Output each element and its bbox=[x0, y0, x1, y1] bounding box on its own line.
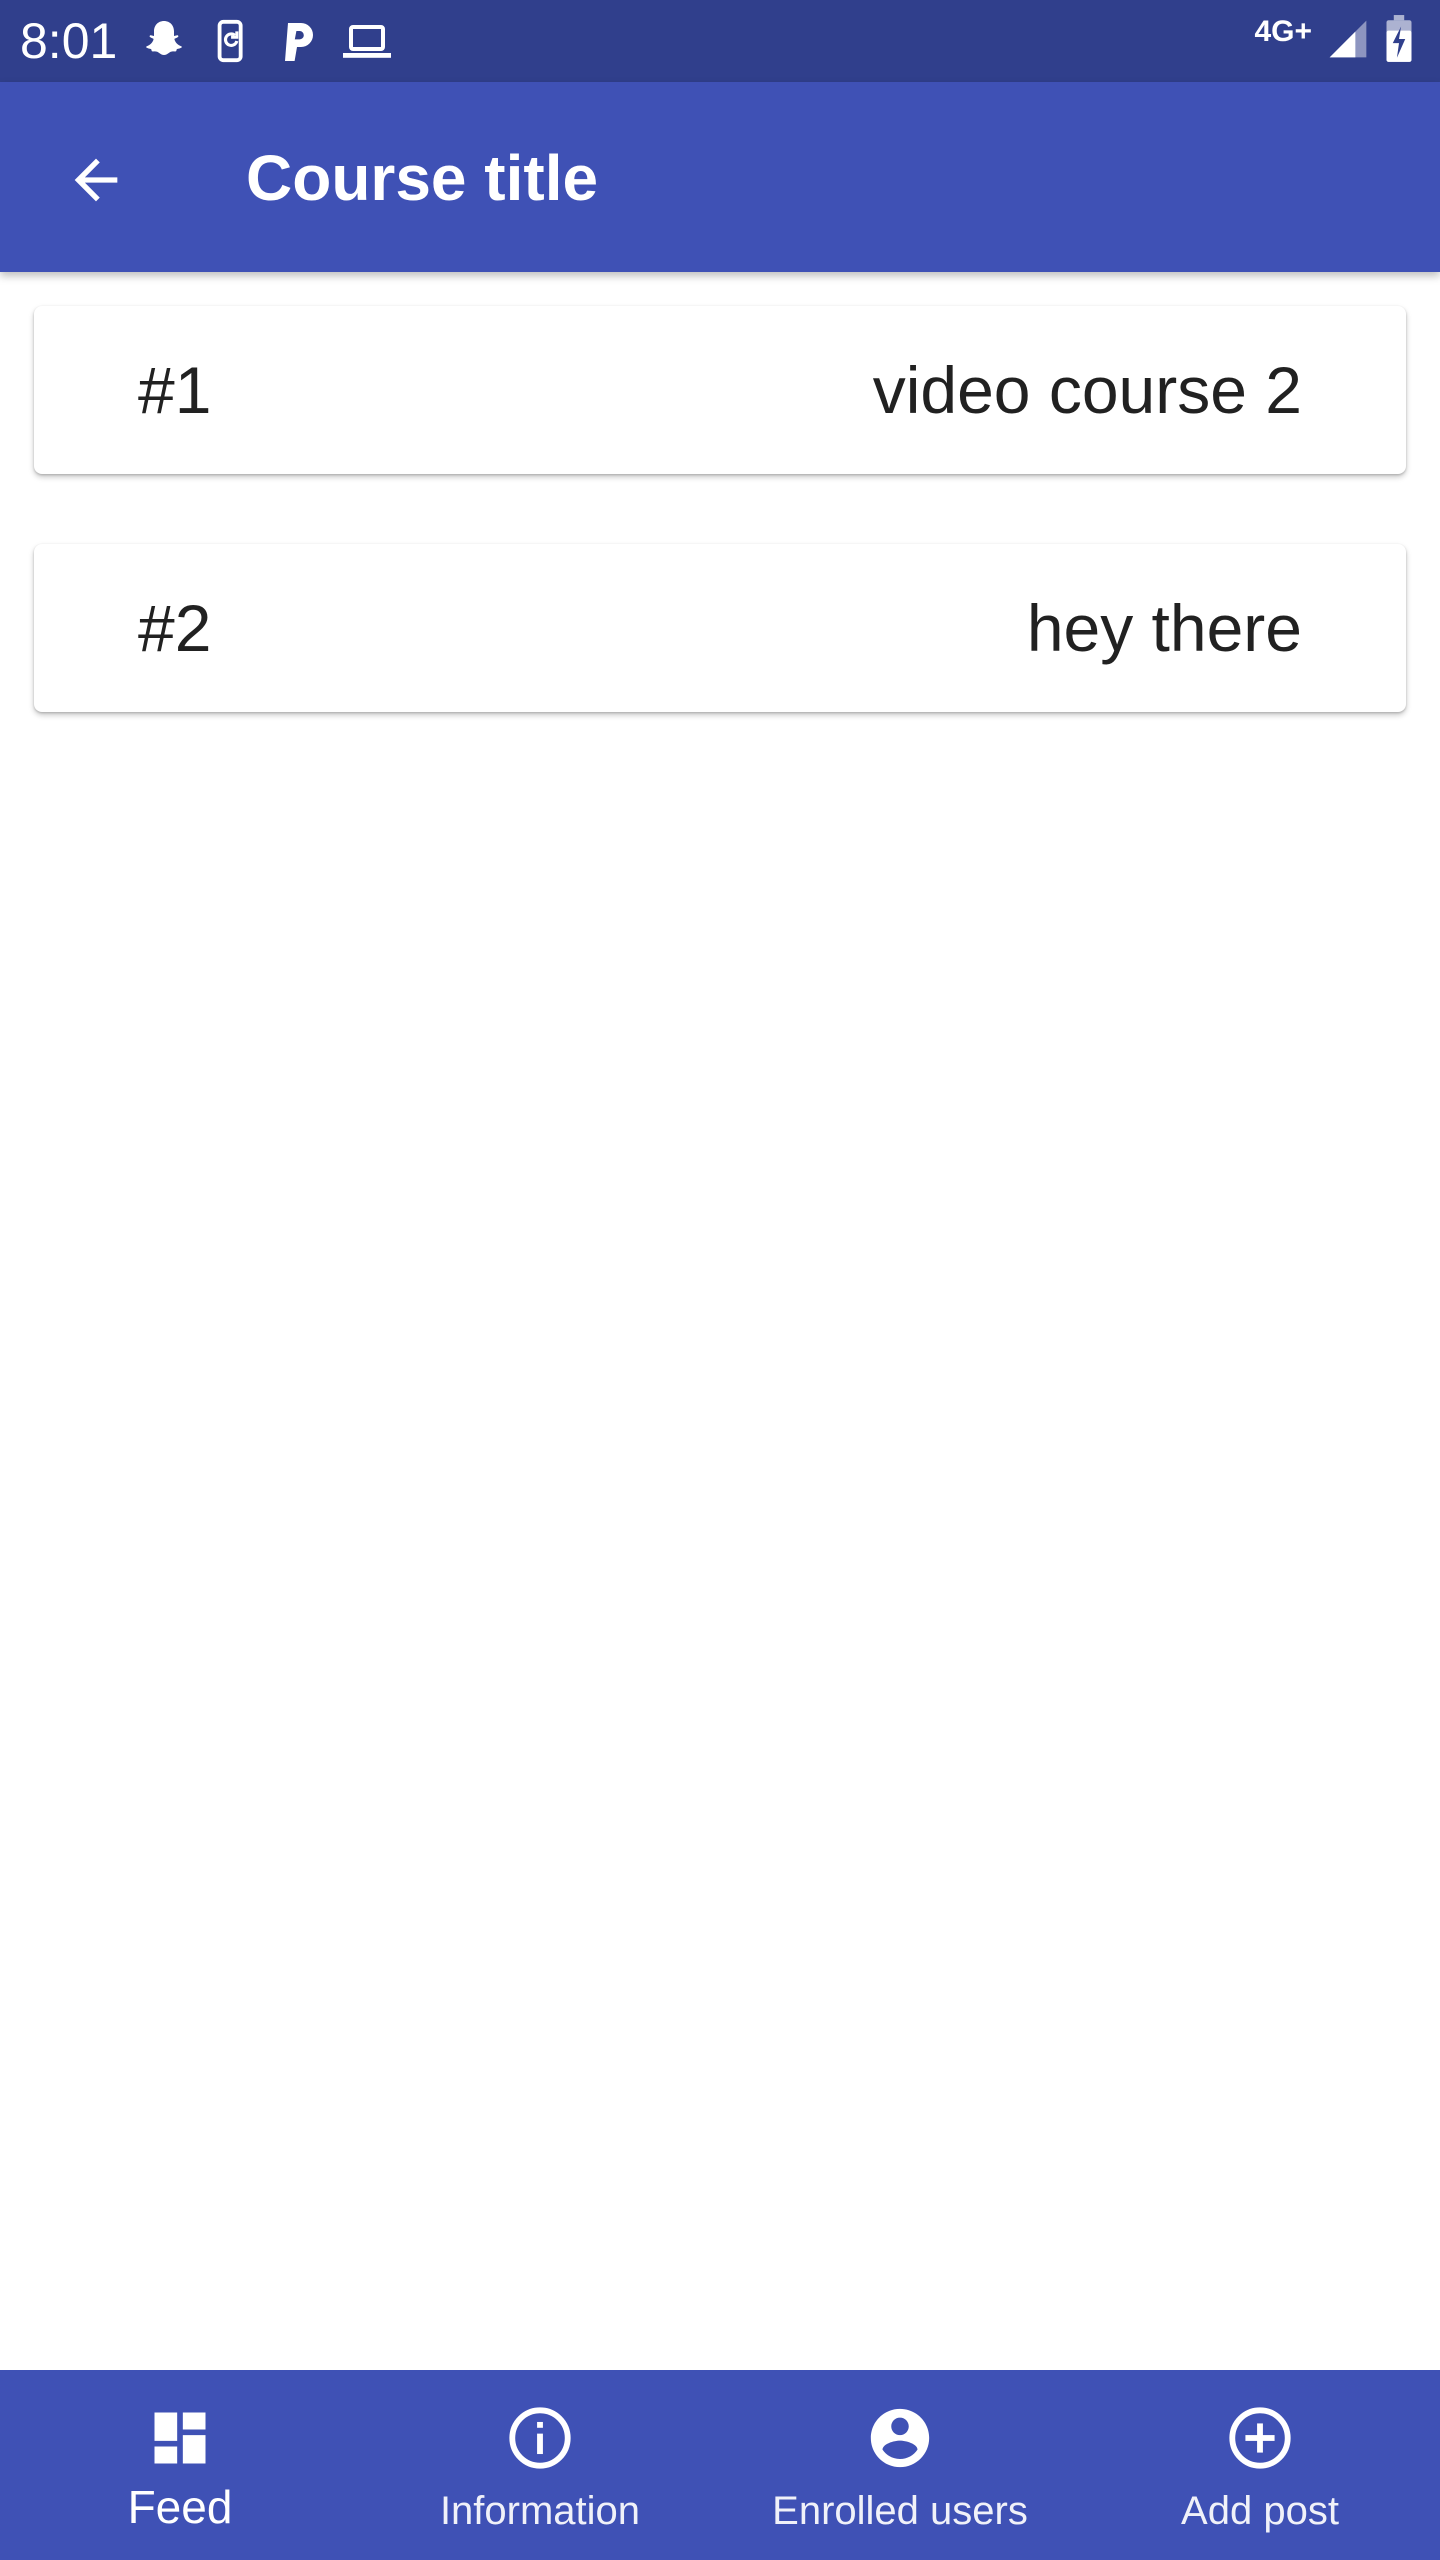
dashboard-icon bbox=[146, 2402, 214, 2474]
nav-label-feed: Feed bbox=[127, 2481, 233, 2533]
app-bar: Course title bbox=[0, 82, 1440, 272]
post-card[interactable]: #1 video course 2 bbox=[34, 306, 1406, 474]
nav-item-add-post[interactable]: Add post bbox=[1080, 2370, 1440, 2560]
post-card[interactable]: #2 hey there bbox=[34, 544, 1406, 712]
status-bar: 8:01 4G+ bbox=[0, 0, 1440, 82]
nav-label-information: Information bbox=[439, 2489, 641, 2533]
account-circle-icon bbox=[865, 2402, 935, 2474]
signal-icon bbox=[1326, 17, 1370, 66]
back-button[interactable] bbox=[48, 132, 144, 228]
status-time: 8:01 bbox=[20, 13, 118, 69]
status-system-icons: 4G+ bbox=[1254, 14, 1414, 68]
status-notification-icons bbox=[140, 14, 394, 68]
post-number: #2 bbox=[138, 591, 212, 665]
page-title: Course title bbox=[246, 142, 599, 214]
arrow-back-icon bbox=[74, 158, 118, 202]
info-icon bbox=[505, 2402, 575, 2474]
bottom-navigation: Feed Information Enrolled users Add post bbox=[0, 2370, 1440, 2560]
nav-label-add-post: Add post bbox=[1181, 2489, 1339, 2533]
battery-charging-icon bbox=[1384, 14, 1414, 69]
post-number: #1 bbox=[138, 353, 212, 427]
nav-item-information[interactable]: Information bbox=[360, 2370, 720, 2560]
post-title: hey there bbox=[1026, 591, 1302, 665]
network-type-label: 4G+ bbox=[1254, 15, 1312, 48]
p-icon bbox=[278, 17, 318, 65]
snapchat-icon bbox=[140, 17, 188, 65]
nav-label-enrolled-users: Enrolled users bbox=[772, 2489, 1028, 2533]
add-circle-icon bbox=[1225, 2402, 1295, 2474]
nav-item-feed[interactable]: Feed bbox=[0, 2370, 360, 2560]
post-title: video course 2 bbox=[872, 353, 1302, 427]
phone-sync-icon bbox=[210, 17, 256, 65]
nav-item-enrolled-users[interactable]: Enrolled users bbox=[720, 2370, 1080, 2560]
laptop-icon bbox=[340, 17, 394, 65]
